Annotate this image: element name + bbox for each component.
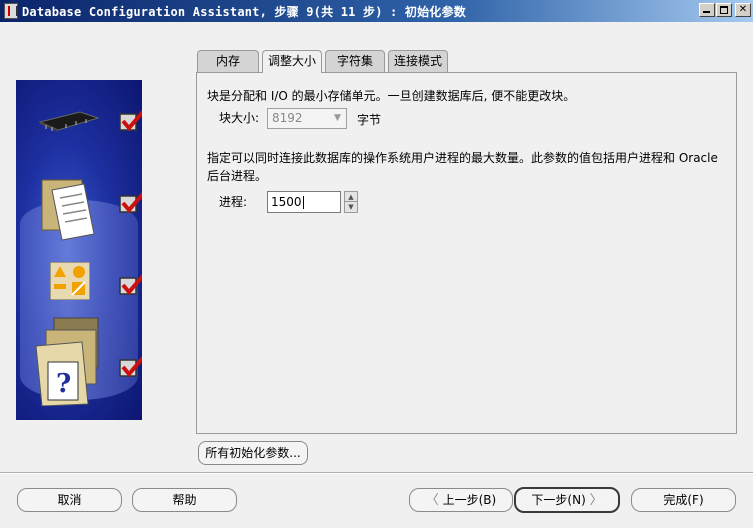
process-stepper[interactable]: ▲ ▼: [344, 191, 358, 213]
help-folder-icon: ?: [35, 317, 99, 406]
close-icon: ✕: [738, 4, 748, 15]
memory-chip-icon: [38, 111, 100, 132]
svg-text:?: ?: [56, 369, 71, 399]
all-init-params-button[interactable]: 所有初始化参数...: [198, 441, 308, 465]
block-size-unit: 字节: [357, 113, 382, 127]
block-description: 块是分配和 I/O 的最小存储单元。一旦创建数据库后, 便不能更改块。: [207, 89, 576, 103]
step-complete-check-icon: [119, 191, 142, 214]
tab-character-set[interactable]: 字符集: [325, 50, 385, 72]
back-button-label: 上一步(B): [442, 493, 497, 507]
minimize-button[interactable]: [699, 3, 715, 17]
sizing-panel: 块是分配和 I/O 的最小存储单元。一旦创建数据库后, 便不能更改块。 块大小:…: [196, 72, 737, 434]
next-button-label: 下一步(N): [531, 493, 586, 507]
wizard-illustration: ?: [16, 80, 142, 420]
tab-sizing[interactable]: 调整大小: [262, 50, 322, 73]
chevron-right-icon: 〉: [589, 493, 603, 508]
shapes-icon: [50, 262, 90, 300]
cancel-button[interactable]: 取消: [17, 488, 122, 512]
block-size-value: 8192: [272, 111, 303, 125]
block-size-select: 8192 ▼: [267, 108, 347, 129]
process-input[interactable]: 1500: [267, 191, 341, 213]
document-folder-icon: [41, 179, 95, 241]
step-complete-check-icon: [119, 109, 142, 132]
maximize-icon: [720, 6, 728, 14]
title-bar: Database Configuration Assistant, 步骤 9(共…: [0, 0, 753, 22]
window-title: Database Configuration Assistant, 步骤 9(共…: [22, 5, 466, 19]
tab-memory[interactable]: 内存: [197, 50, 259, 72]
tab-connection-mode[interactable]: 连接模式: [388, 50, 448, 72]
app-icon: [4, 3, 18, 19]
chevron-down-icon: ▼: [334, 113, 341, 123]
minimize-icon: [703, 11, 710, 13]
step-complete-check-icon: [119, 273, 142, 296]
finish-button[interactable]: 完成(F): [631, 488, 736, 512]
back-button[interactable]: 〈 上一步(B): [409, 488, 513, 512]
spin-down-icon[interactable]: ▼: [345, 202, 357, 212]
process-description: 指定可以同时连接此数据库的操作系统用户进程的最大数量。此参数的值包括用户进程和 …: [207, 151, 718, 183]
step-complete-check-icon: [119, 355, 142, 378]
process-label: 进程:: [219, 195, 248, 209]
spin-up-icon[interactable]: ▲: [345, 192, 357, 202]
block-size-label: 块大小:: [219, 111, 260, 125]
close-button[interactable]: ✕: [735, 3, 751, 17]
chevron-left-icon: 〈: [425, 493, 439, 508]
next-button[interactable]: 下一步(N) 〉: [514, 487, 620, 513]
help-button[interactable]: 帮助: [132, 488, 237, 512]
footer-separator: [0, 472, 753, 474]
process-value: 1500: [271, 195, 302, 209]
maximize-button[interactable]: [716, 3, 732, 17]
